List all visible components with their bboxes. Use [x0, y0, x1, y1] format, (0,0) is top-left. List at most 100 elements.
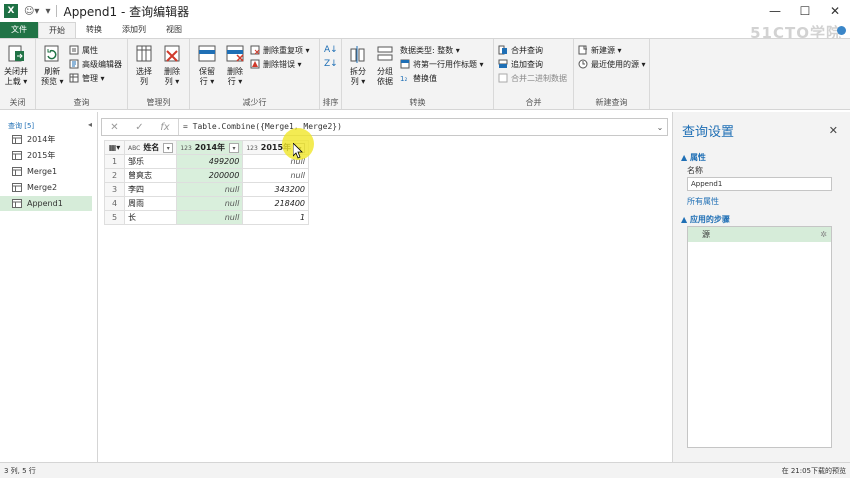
merge-queries-button[interactable]: 合并查询	[498, 44, 543, 56]
cell-2014[interactable]: 200000	[176, 168, 244, 183]
cell-2015[interactable]: 343200	[242, 182, 310, 197]
tab-transform[interactable]: 转换	[76, 22, 112, 38]
cancel-formula-icon[interactable]: ✕	[110, 122, 118, 133]
cell-2015[interactable]: null	[242, 168, 310, 183]
title-bar: X ☺▾ ▾ Append1 - 查询编辑器 — ☐ ✕	[0, 0, 850, 22]
cell-2014[interactable]: null	[176, 196, 244, 211]
cell-2014[interactable]: 499200	[176, 154, 244, 169]
refresh-icon	[44, 45, 59, 62]
text-type-icon[interactable]: ABC	[128, 145, 140, 152]
replace-values-icon: 1₂	[400, 75, 407, 83]
cell-name[interactable]: 曾爽志	[123, 168, 178, 183]
data-grid: ▦▾ ABC姓名▾ 1232014年▾ 1232015年▾ 1 邹乐 49920…	[104, 140, 310, 225]
choose-columns-button[interactable]: 选择 列	[134, 43, 154, 87]
query-item-merge1[interactable]: Merge1	[0, 164, 92, 179]
close-and-load-icon	[8, 45, 24, 62]
tab-add-column[interactable]: 添加列	[112, 22, 156, 38]
refresh-preview-button[interactable]: 刷新 预览 ▾	[41, 43, 64, 87]
close-window-button[interactable]: ✕	[820, 0, 850, 22]
recent-sources-button[interactable]: 最近使用的源 ▾	[578, 58, 646, 70]
cell-2015[interactable]: 1	[242, 210, 310, 225]
recent-sources-icon	[578, 59, 588, 69]
close-settings-icon[interactable]: ✕	[829, 124, 838, 137]
applied-steps-header[interactable]: ▲ 应用的步骤	[681, 214, 730, 225]
group-combine: 合并查询 追加查询 合并二进制数据 合并	[494, 39, 574, 109]
query-item-append1[interactable]: Append1	[0, 196, 92, 211]
properties-section-header[interactable]: ▲ 属性	[681, 152, 706, 163]
number-type-icon[interactable]: 123	[246, 145, 257, 152]
remove-rows-button[interactable]: 删除 行 ▾	[225, 43, 245, 87]
sort-ascending-icon[interactable]: A↓	[324, 44, 338, 56]
new-source-icon	[578, 45, 587, 55]
remove-errors-button[interactable]: 删除错误 ▾	[250, 58, 302, 70]
tab-file[interactable]: 文件	[0, 22, 38, 38]
merge-queries-icon	[498, 45, 507, 55]
minimize-button[interactable]: —	[760, 0, 790, 22]
combine-binaries-button[interactable]: 合并二进制数据	[498, 72, 567, 84]
cell-2014[interactable]: null	[176, 210, 244, 225]
remove-rows-icon	[226, 45, 244, 62]
group-by-button[interactable]: 分组 依据	[375, 43, 395, 87]
properties-button[interactable]: 属性	[69, 44, 98, 56]
table-icon	[12, 183, 22, 192]
manage-button[interactable]: 管理 ▾	[69, 72, 105, 84]
tab-view[interactable]: 视图	[156, 22, 192, 38]
window-title: Append1 - 查询编辑器	[63, 4, 190, 19]
expand-formula-chevron-icon[interactable]: ⌄	[653, 123, 667, 132]
use-first-row-as-headers-button[interactable]: 将第一行用作标题 ▾	[400, 58, 484, 70]
collapse-pane-icon[interactable]: ◂	[88, 120, 92, 129]
confirm-formula-icon[interactable]: ✓	[135, 122, 143, 133]
select-all-table-icon[interactable]: ▦▾	[104, 140, 125, 155]
data-grid-area: ▦▾ ABC姓名▾ 1232014年▾ 1232015年▾ 1 邹乐 49920…	[101, 140, 669, 462]
quick-access-dropdown-icon[interactable]: ▾	[45, 6, 50, 17]
keep-rows-button[interactable]: 保留 行 ▾	[197, 43, 217, 87]
close-and-load-button[interactable]: 关闭并 上载 ▾	[4, 43, 28, 87]
number-type-icon[interactable]: 123	[180, 145, 191, 152]
queries-header[interactable]: 查询 [5]	[8, 121, 34, 131]
column-header-2014[interactable]: 123 2014年 ▾	[176, 140, 244, 155]
replace-values-button[interactable]: 1₂ 替换值	[400, 72, 437, 84]
remove-columns-button[interactable]: 删除 列 ▾	[162, 43, 182, 87]
applied-step-source[interactable]: 源 ✲	[688, 227, 831, 242]
advanced-editor-button[interactable]: 高级编辑器	[69, 58, 122, 70]
query-item-merge2[interactable]: Merge2	[0, 180, 92, 195]
header-row: ▦▾ ABC姓名▾ 1232014年▾ 1232015年▾	[104, 140, 310, 155]
cell-2014[interactable]: null	[176, 182, 244, 197]
cell-name[interactable]: 长	[123, 210, 178, 225]
column-header-name[interactable]: ABC 姓名 ▾	[123, 140, 178, 155]
cell-name[interactable]: 邹乐	[123, 154, 178, 169]
group-sort: A↓ Z↓ 排序	[320, 39, 342, 109]
formula-input[interactable]: = Table.Combine({Merge1, Merge2})	[178, 119, 653, 135]
remove-duplicates-button[interactable]: 删除重复项 ▾	[250, 44, 310, 56]
cell-name[interactable]: 李四	[123, 182, 178, 197]
help-badge-icon[interactable]	[837, 26, 846, 35]
advanced-editor-icon	[69, 59, 79, 69]
table-row: 2 曾爽志 200000 null	[104, 168, 310, 183]
query-item-2015[interactable]: 2015年	[0, 148, 92, 163]
cell-name[interactable]: 周雨	[123, 196, 178, 211]
ribbon: 关闭并 上载 ▾ 关闭 刷新 预览 ▾ 属性 高级编辑器 管理 ▾ 查询 选择 …	[0, 38, 850, 110]
tab-home[interactable]: 开始	[38, 22, 76, 38]
data-type-dropdown[interactable]: 数据类型: 整数 ▾	[400, 44, 460, 56]
table-row: 5 长 null 1	[104, 210, 310, 225]
all-properties-link[interactable]: 所有属性	[687, 196, 719, 207]
sort-descending-icon[interactable]: Z↓	[324, 58, 338, 70]
filter-dropdown-icon[interactable]: ▾	[163, 142, 174, 153]
smiley-icon[interactable]: ☺▾	[24, 6, 39, 17]
append-queries-button[interactable]: 追加查询	[498, 58, 543, 70]
group-by-icon	[377, 46, 393, 61]
group-reduce-rows: 保留 行 ▾ 删除 行 ▾ 删除重复项 ▾ 删除错误 ▾ 减少行	[190, 39, 320, 109]
maximize-button[interactable]: ☐	[790, 0, 820, 22]
split-column-button[interactable]: 拆分 列 ▾	[348, 43, 368, 87]
filter-dropdown-icon[interactable]: ▾	[229, 142, 240, 153]
combine-binaries-icon	[498, 73, 508, 83]
cell-2015[interactable]: 218400	[242, 196, 310, 211]
append-queries-icon	[498, 59, 508, 68]
gear-icon[interactable]: ✲	[820, 230, 827, 239]
svg-text:1₂: 1₂	[400, 75, 407, 83]
query-name-input[interactable]: Append1	[687, 177, 832, 191]
new-source-button[interactable]: 新建源 ▾	[578, 44, 622, 56]
excel-app-icon: X	[4, 4, 18, 18]
query-item-2014[interactable]: 2014年	[0, 132, 92, 147]
fx-icon[interactable]: fx	[160, 122, 169, 133]
